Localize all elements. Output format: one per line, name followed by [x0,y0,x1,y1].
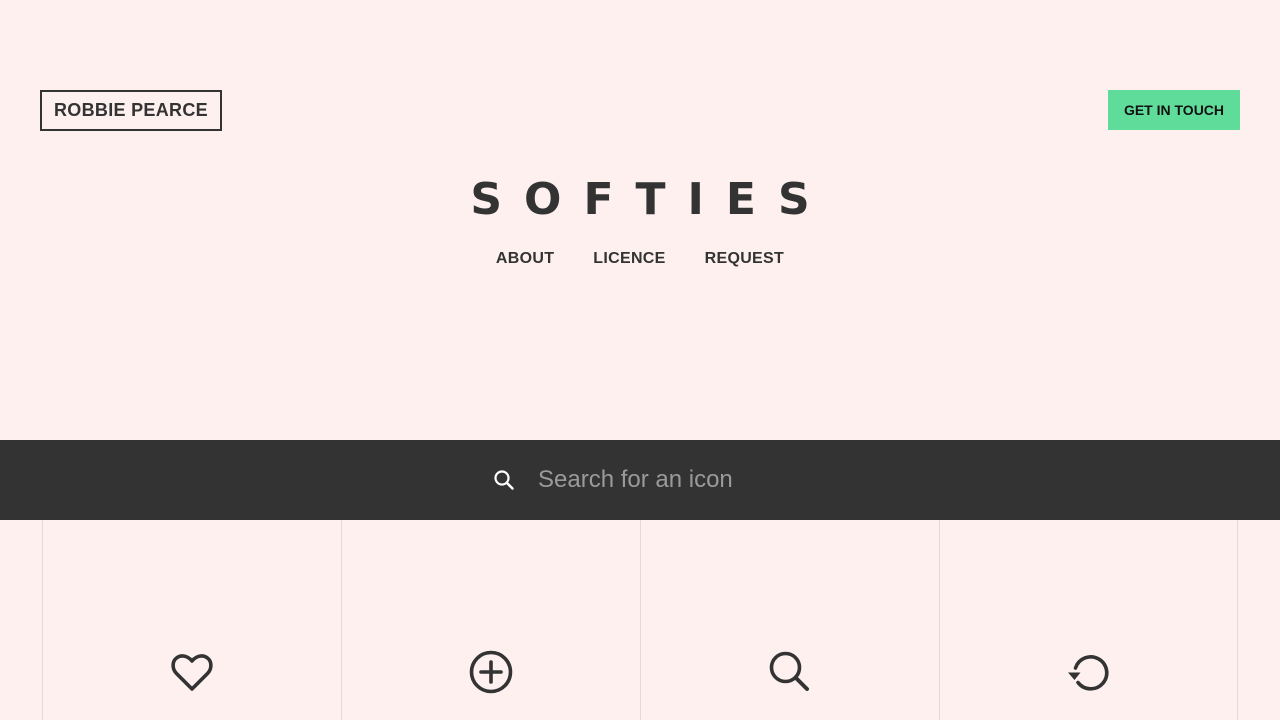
nav-request[interactable]: REQUEST [705,249,784,269]
icon-grid [0,520,1280,720]
icon-tile-heart[interactable] [42,520,341,720]
get-in-touch-button[interactable]: GET IN TOUCH [1108,90,1240,130]
search-bar [0,440,1280,520]
icon-tile-plus-circle[interactable] [341,520,640,720]
author-link[interactable]: ROBBIE PEARCE [40,90,222,131]
nav-licence[interactable]: LICENCE [593,249,665,269]
search-icon [492,468,516,492]
search-container [492,460,798,500]
site-logo[interactable]: SOFTIES [0,174,1280,226]
site-header: ROBBIE PEARCE GET IN TOUCH SOFTIES ABOUT… [0,0,1280,440]
icon-tile-search[interactable] [640,520,939,720]
main-nav: ABOUT LICENCE REQUEST [0,249,1280,269]
heart-icon [171,654,213,691]
search-input[interactable] [538,460,798,500]
nav-about[interactable]: ABOUT [496,249,554,269]
icon-tile-refresh[interactable] [939,520,1238,720]
search-icon [769,651,809,691]
plus-circle-icon [469,650,513,694]
refresh-icon [1067,655,1109,691]
